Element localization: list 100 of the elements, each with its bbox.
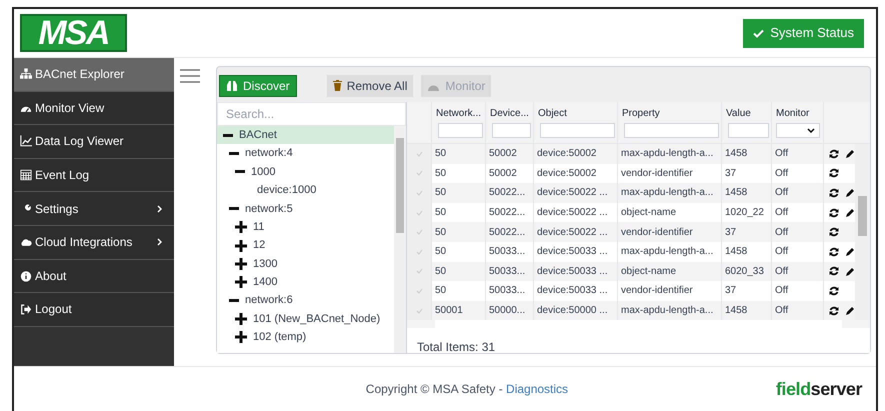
check-icon[interactable] <box>416 288 422 294</box>
tree-node[interactable]: 101 (New_BACnet_Node) <box>217 310 394 328</box>
binoculars-icon <box>226 80 238 92</box>
table-cell-text: device:50033 ... <box>537 264 608 279</box>
expand-icon[interactable] <box>235 276 247 288</box>
filter-field[interactable] <box>540 123 615 138</box>
expand-icon[interactable] <box>235 221 247 234</box>
tree-node[interactable]: 1300 <box>217 254 394 274</box>
tree-node[interactable]: network:6 <box>217 292 394 310</box>
menu-icon[interactable] <box>180 69 200 83</box>
check-icon[interactable] <box>416 268 422 274</box>
tree-node[interactable]: device:1000 <box>217 181 394 200</box>
check-icon[interactable] <box>416 170 422 176</box>
chart-icon <box>20 135 32 148</box>
sidebar-item[interactable]: BACnet Explorer <box>14 58 174 92</box>
column-header[interactable]: Object <box>538 107 613 120</box>
table-cell-text: 50033... <box>489 245 526 260</box>
diagnostics-link[interactable]: Diagnostics <box>506 382 568 396</box>
collapse-icon[interactable] <box>223 134 233 137</box>
table-cell-text: max-apdu-length-a... <box>621 304 714 318</box>
sidebar-item[interactable]: Event Log <box>14 158 174 192</box>
refresh-icon[interactable] <box>829 286 839 296</box>
collapse-icon[interactable] <box>229 152 239 156</box>
trash-icon <box>332 80 342 91</box>
refresh-icon[interactable] <box>829 188 839 198</box>
tree-node[interactable]: network:5 <box>217 200 394 218</box>
sidebar-item[interactable]: Settings <box>14 192 174 226</box>
collapse-icon[interactable] <box>229 299 239 302</box>
toolbar-button[interactable]: Discover <box>219 74 297 96</box>
filter-field[interactable] <box>438 123 483 138</box>
filter-field[interactable] <box>624 123 719 138</box>
filter-field[interactable] <box>728 123 769 138</box>
system-status-button[interactable]: System Status <box>743 18 864 48</box>
tree-node[interactable]: 11 <box>217 218 394 236</box>
check-icon[interactable] <box>416 210 422 216</box>
expand-icon[interactable] <box>235 313 247 326</box>
table-cell-text: Off <box>775 186 788 200</box>
search-field[interactable]: Search... <box>217 102 406 126</box>
table-cell-text: device:50022 ... <box>537 186 608 200</box>
table-cell-text: 50 <box>435 284 446 298</box>
table-cell-text: vendor-identifier <box>621 226 693 240</box>
table-cell-text: 50022... <box>489 226 526 240</box>
table-cell-text: 50 <box>435 166 446 181</box>
table-cell-text: max-apdu-length-a... <box>621 186 714 200</box>
refresh-icon[interactable] <box>829 148 839 159</box>
sidebar-item[interactable]: About <box>14 260 174 294</box>
sidebar-item[interactable]: Data Log Viewer <box>14 125 174 159</box>
info-icon <box>20 270 32 282</box>
check-icon[interactable] <box>416 150 422 157</box>
check-icon[interactable] <box>416 308 422 314</box>
sidebar-item[interactable]: Logout <box>14 293 174 327</box>
check-icon[interactable] <box>416 229 422 236</box>
tree-node[interactable]: 1400 <box>217 273 394 292</box>
table-cell-text: 50 <box>435 264 446 279</box>
chevron-down-icon <box>807 128 815 133</box>
table-cell-text: device:50000 ... <box>537 304 608 318</box>
table-cell-text: 50 <box>435 186 446 200</box>
table-cell-text: Off <box>775 304 788 318</box>
check-icon <box>753 28 764 38</box>
sidebar-item[interactable]: Cloud Integrations <box>14 226 174 260</box>
refresh-icon[interactable] <box>829 208 839 218</box>
column-header[interactable]: Monitor <box>776 107 819 120</box>
refresh-icon[interactable] <box>829 168 839 178</box>
table-cell-text: 1458 <box>725 245 748 260</box>
toolbar-button[interactable]: Remove All <box>326 74 414 96</box>
expand-icon[interactable] <box>235 240 247 252</box>
table-cell-text: 50 <box>435 226 446 240</box>
tree-node[interactable]: 12 <box>217 236 394 255</box>
tree-node[interactable]: network:4 <box>217 144 394 163</box>
sitemap-icon <box>20 68 32 80</box>
refresh-icon[interactable] <box>829 306 839 316</box>
table-cell-text: object-name <box>621 264 676 279</box>
collapse-icon[interactable] <box>235 170 245 174</box>
tree-node[interactable]: 102 (temp) <box>217 328 394 347</box>
table-cell-text: Off <box>775 206 788 220</box>
refresh-icon[interactable] <box>829 246 839 257</box>
table-cell-text: Off <box>775 284 788 298</box>
check-icon[interactable] <box>416 248 422 255</box>
horizontal-scrollbar[interactable] <box>435 320 842 328</box>
table-cell-text: 50033... <box>489 264 526 279</box>
check-icon[interactable] <box>416 190 422 196</box>
column-header[interactable]: Network... <box>436 107 481 120</box>
table-cell-text: device:50022 ... <box>537 226 608 240</box>
tree-node[interactable]: 1000 <box>217 162 394 182</box>
filter-dropdown[interactable] <box>776 123 820 138</box>
expand-icon[interactable] <box>235 258 247 270</box>
column-header[interactable]: Value <box>726 107 767 120</box>
scrollbar[interactable] <box>394 126 406 353</box>
sidebar-item[interactable]: Monitor View <box>14 92 174 126</box>
column-header[interactable]: Property <box>622 107 717 120</box>
tree-node[interactable]: BACnet <box>217 126 394 144</box>
table-cell-text: 50 <box>435 245 446 260</box>
column-header[interactable]: Device... <box>490 107 529 120</box>
refresh-icon[interactable] <box>829 266 839 276</box>
collapse-icon[interactable] <box>229 207 239 210</box>
refresh-icon[interactable] <box>829 227 839 238</box>
expand-icon[interactable] <box>235 331 247 344</box>
table-cell-text: Off <box>775 264 788 279</box>
filter-field[interactable] <box>492 123 531 138</box>
fieldserver-logo: fieldserver <box>776 378 862 400</box>
